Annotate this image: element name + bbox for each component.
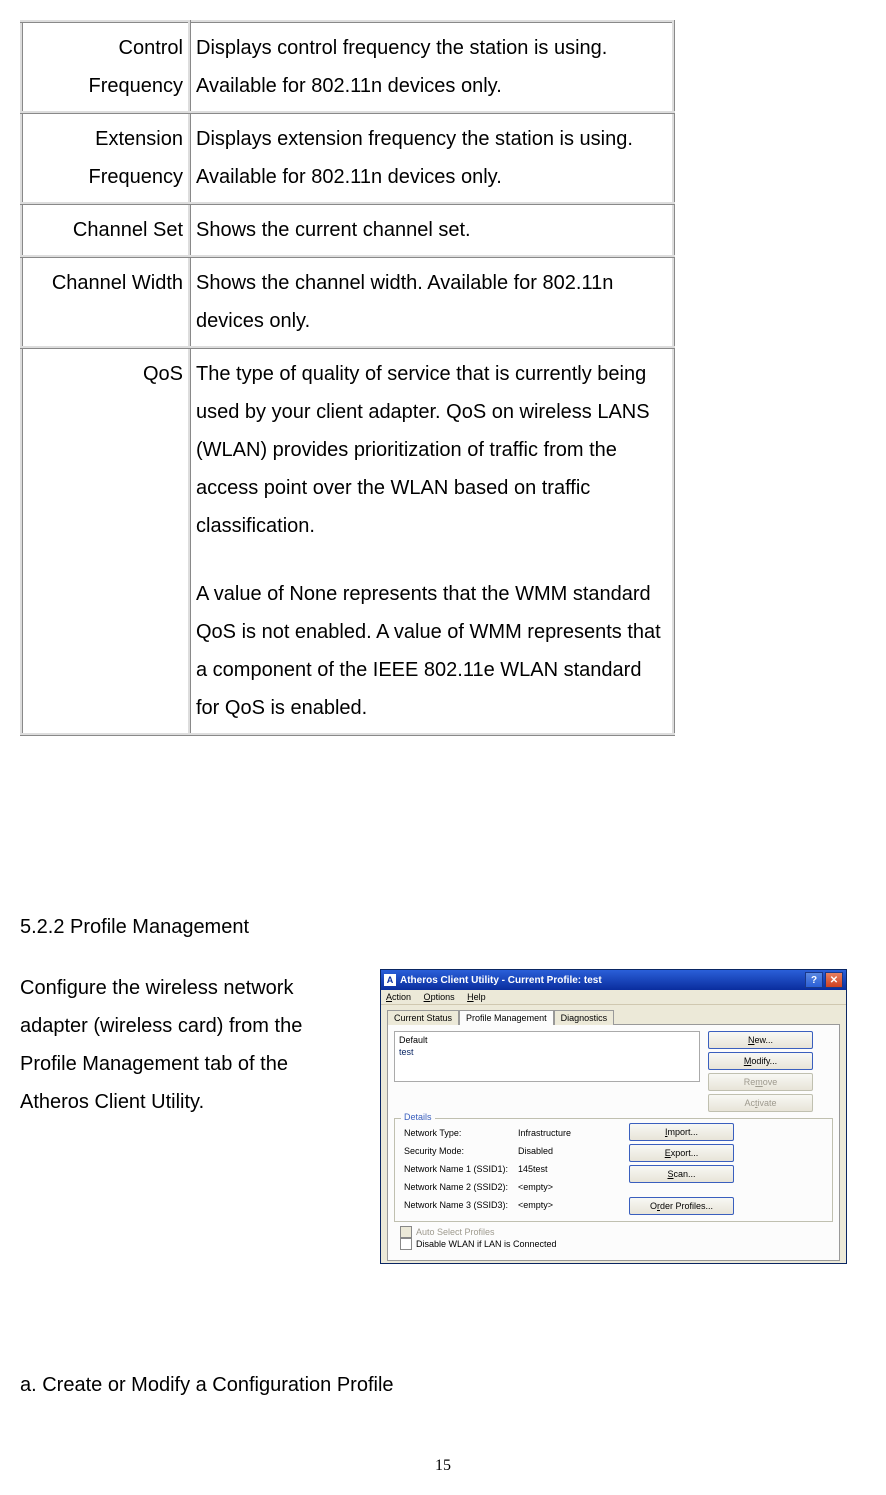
page-number: 15 xyxy=(20,1457,866,1475)
modify-button[interactable]: Modify... xyxy=(708,1052,813,1070)
tab-profile-management[interactable]: Profile Management xyxy=(459,1010,554,1025)
disable-wlan-checkbox[interactable] xyxy=(400,1238,412,1250)
disable-wlan-label: Disable WLAN if LAN is Connected xyxy=(416,1239,557,1249)
menu-help[interactable]: Help xyxy=(467,992,486,1002)
definition-table: Control Frequency Displays control frequ… xyxy=(20,20,675,736)
detail-label: Security Mode: xyxy=(403,1143,515,1159)
section-description: Configure the wireless network adapter (… xyxy=(20,969,360,1121)
menu-options[interactable]: Options xyxy=(424,992,455,1002)
atheros-window: A Atheros Client Utility - Current Profi… xyxy=(380,969,847,1264)
row-desc: Shows the current channel set. xyxy=(190,204,674,257)
detail-value: <empty> xyxy=(517,1197,619,1213)
table-row: Control Frequency Displays control frequ… xyxy=(22,22,674,113)
spacer xyxy=(629,1186,734,1194)
row-desc: Shows the channel width. Available for 8… xyxy=(190,257,674,348)
details-button-column: Import... Export... Scan... Order Profil… xyxy=(629,1123,734,1215)
remove-button: Remove xyxy=(708,1073,813,1091)
profile-button-column: New... Modify... Remove Activate xyxy=(708,1031,813,1112)
tab-current-status[interactable]: Current Status xyxy=(387,1010,459,1025)
tab-content: Default test New... Modify... Remove Act… xyxy=(387,1024,840,1261)
detail-label: Network Type: xyxy=(403,1125,515,1141)
subsection-heading: a. Create or Modify a Configuration Prof… xyxy=(20,1374,866,1397)
import-button[interactable]: Import... xyxy=(629,1123,734,1141)
qos-desc-p2: A value of None represents that the WMM … xyxy=(196,583,661,719)
tab-diagnostics[interactable]: Diagnostics xyxy=(554,1010,615,1025)
menubar: Action Options Help xyxy=(381,990,846,1005)
detail-value: <empty> xyxy=(517,1179,619,1195)
disable-wlan-row[interactable]: Disable WLAN if LAN is Connected xyxy=(400,1238,827,1250)
detail-label: Network Name 1 (SSID1): xyxy=(403,1161,515,1177)
spacer xyxy=(196,545,667,575)
content-row: Configure the wireless network adapter (… xyxy=(20,969,866,1264)
tabs-area: Current Status Profile Management Diagno… xyxy=(381,1005,846,1263)
row-desc: The type of quality of service that is c… xyxy=(190,348,674,735)
profile-item-default[interactable]: Default xyxy=(397,1034,697,1046)
scan-button[interactable]: Scan... xyxy=(629,1165,734,1183)
profile-list[interactable]: Default test xyxy=(394,1031,700,1082)
detail-value: Disabled xyxy=(517,1143,619,1159)
auto-select-row: Auto Select Profiles xyxy=(400,1226,827,1238)
row-label: Channel Set xyxy=(22,204,190,257)
details-row-area: Network Type:Infrastructure Security Mod… xyxy=(401,1123,826,1215)
table-row: Channel Set Shows the current channel se… xyxy=(22,204,674,257)
detail-label: Network Name 3 (SSID3): xyxy=(403,1197,515,1213)
detail-value: Infrastructure xyxy=(517,1125,619,1141)
new-button[interactable]: New... xyxy=(708,1031,813,1049)
profile-area: Default test New... Modify... Remove Act… xyxy=(394,1031,833,1112)
export-button[interactable]: Export... xyxy=(629,1144,734,1162)
details-grid: Network Type:Infrastructure Security Mod… xyxy=(401,1123,621,1215)
profile-item-test[interactable]: test xyxy=(397,1046,697,1058)
qos-desc-p1: The type of quality of service that is c… xyxy=(196,363,650,537)
detail-value: 145test xyxy=(517,1161,619,1177)
titlebar-buttons: ? ✕ xyxy=(805,972,843,988)
order-profiles-button[interactable]: Order Profiles... xyxy=(629,1197,734,1215)
row-desc: Displays extension frequency the station… xyxy=(190,113,674,204)
tab-row: Current Status Profile Management Diagno… xyxy=(387,1010,840,1025)
help-icon[interactable]: ? xyxy=(805,972,823,988)
activate-button: Activate xyxy=(708,1094,813,1112)
row-label: Channel Width xyxy=(22,257,190,348)
section-heading: 5.2.2 Profile Management xyxy=(20,916,866,939)
app-icon: A xyxy=(384,974,396,986)
auto-select-label: Auto Select Profiles xyxy=(416,1227,495,1237)
row-label: Extension Frequency xyxy=(22,113,190,204)
menu-action[interactable]: Action xyxy=(386,992,411,1002)
window-title: Atheros Client Utility - Current Profile… xyxy=(400,975,805,986)
auto-select-checkbox xyxy=(400,1226,412,1238)
close-icon[interactable]: ✕ xyxy=(825,972,843,988)
table-row: QoS The type of quality of service that … xyxy=(22,348,674,735)
details-box: Details Network Type:Infrastructure Secu… xyxy=(394,1118,833,1222)
row-desc: Displays control frequency the station i… xyxy=(190,22,674,113)
titlebar[interactable]: A Atheros Client Utility - Current Profi… xyxy=(381,970,846,990)
checkbox-area: Auto Select Profiles Disable WLAN if LAN… xyxy=(394,1222,833,1254)
row-label: Control Frequency xyxy=(22,22,190,113)
table-row: Extension Frequency Displays extension f… xyxy=(22,113,674,204)
row-label: QoS xyxy=(22,348,190,735)
table-row: Channel Width Shows the channel width. A… xyxy=(22,257,674,348)
details-label: Details xyxy=(401,1112,435,1122)
detail-label: Network Name 2 (SSID2): xyxy=(403,1179,515,1195)
